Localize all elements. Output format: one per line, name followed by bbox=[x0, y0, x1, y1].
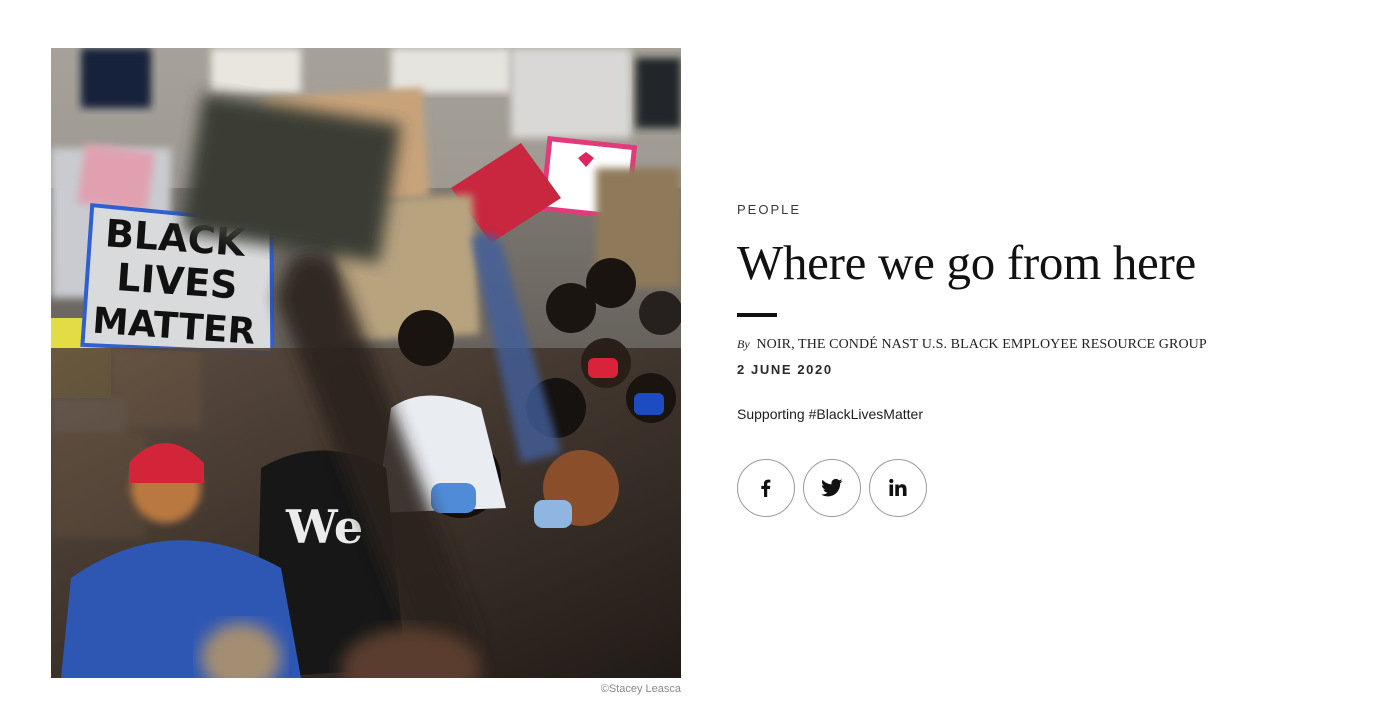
facebook-icon bbox=[761, 479, 771, 497]
article-dek: Supporting #BlackLivesMatter bbox=[737, 406, 923, 422]
protest-photo-illustration: BLACK LIVES MATTER We bbox=[51, 48, 681, 678]
article-headline: Where we go from here bbox=[737, 235, 1196, 290]
hero-image[interactable]: BLACK LIVES MATTER We bbox=[51, 48, 681, 678]
linkedin-icon bbox=[889, 478, 907, 496]
headline-divider bbox=[737, 313, 777, 317]
svg-text:We: We bbox=[285, 500, 363, 554]
article-hero-page: BLACK LIVES MATTER We ©Stacey Leasca PEO… bbox=[0, 0, 1391, 720]
share-buttons bbox=[737, 459, 1337, 517]
category-label[interactable]: PEOPLE bbox=[737, 201, 1337, 219]
photo-credit: ©Stacey Leasca bbox=[600, 683, 681, 695]
share-linkedin-button[interactable] bbox=[869, 459, 927, 517]
byline: By NOIR, THE CONDÉ NAST U.S. BLACK EMPLO… bbox=[737, 334, 1337, 355]
article-meta: PEOPLE Where we go from here By NOIR, TH… bbox=[737, 201, 1337, 517]
byline-author[interactable]: NOIR, THE CONDÉ NAST U.S. BLACK EMPLOYEE… bbox=[756, 337, 1206, 352]
share-twitter-button[interactable] bbox=[803, 459, 861, 517]
byline-prefix: By bbox=[737, 337, 750, 351]
twitter-icon bbox=[821, 478, 843, 497]
publish-date: 2 JUNE 2020 bbox=[737, 362, 833, 377]
share-facebook-button[interactable] bbox=[737, 459, 795, 517]
svg-text:LIVES: LIVES bbox=[115, 255, 239, 307]
